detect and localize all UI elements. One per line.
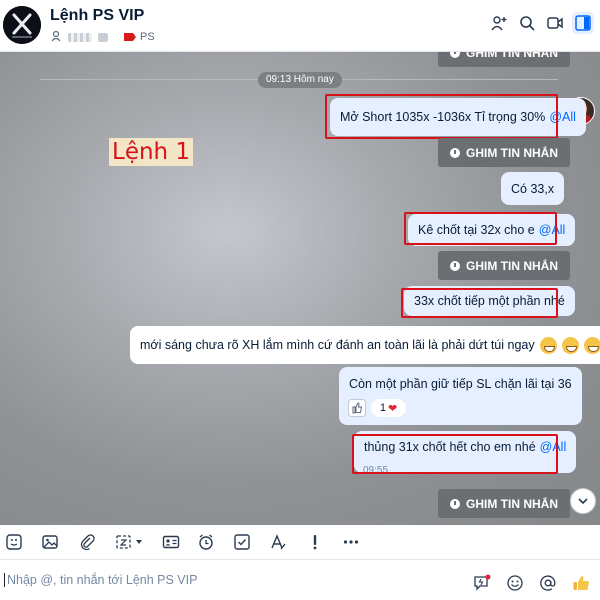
highlight-box — [352, 434, 558, 474]
message-bubble[interactable]: Còn một phần giữ tiếp SL chặn lãi tại 36 — [339, 367, 582, 425]
chevron-down-icon — [578, 498, 588, 505]
checkbox-icon — [234, 534, 250, 550]
group-avatar[interactable] — [3, 6, 41, 44]
mention-button[interactable] — [538, 573, 558, 593]
member-icon[interactable] — [50, 30, 62, 45]
chat-subtitle: PS — [50, 30, 155, 44]
group-logo-icon — [3, 6, 41, 44]
search-icon — [520, 16, 535, 31]
thumbs-up-icon — [573, 576, 589, 590]
sticker-icon — [6, 534, 22, 550]
like-icon — [348, 399, 366, 417]
time-separator-label: 09:13 Hôm nay — [258, 72, 342, 88]
image-icon — [42, 535, 58, 549]
video-call-button[interactable] — [544, 12, 566, 34]
add-member-icon — [491, 16, 507, 31]
panel-icon — [575, 15, 591, 31]
group-tag[interactable]: PS — [124, 31, 155, 43]
tag-icon — [124, 33, 136, 41]
grin-emoji-icon — [561, 336, 579, 354]
reminder-button[interactable] — [195, 531, 217, 553]
add-reaction-button[interactable] — [348, 399, 366, 422]
group-tag-label: PS — [140, 31, 155, 43]
chat-title[interactable]: Lệnh PS VIP — [50, 7, 144, 25]
toggle-info-panel-button[interactable] — [572, 12, 594, 34]
clock-icon — [450, 498, 460, 509]
annotation-label: Lệnh 1 — [109, 138, 194, 166]
scroll-to-bottom-button[interactable] — [570, 488, 596, 514]
more-icon — [343, 540, 359, 544]
search-button[interactable] — [516, 12, 538, 34]
business-card-button[interactable] — [160, 531, 182, 553]
highlight-box — [401, 288, 558, 318]
add-member-button[interactable] — [488, 12, 510, 34]
composer-toolbar — [0, 525, 600, 560]
exclamation-icon — [313, 535, 317, 550]
text-format-button[interactable] — [267, 531, 289, 553]
highlight-box — [325, 94, 558, 139]
quick-message-button[interactable] — [472, 573, 492, 593]
send-image-button[interactable] — [39, 531, 61, 553]
blurred-member-count-2 — [98, 32, 108, 42]
grin-emoji-icon — [583, 336, 600, 354]
header-actions — [488, 12, 594, 34]
at-sign-icon — [540, 575, 556, 591]
pin-message-button[interactable]: GHIM TIN NHẮN — [438, 52, 570, 67]
pin-message-button[interactable]: GHIM TIN NHẮN — [438, 251, 570, 280]
alarm-clock-icon — [199, 534, 213, 550]
more-options-button[interactable] — [340, 531, 362, 553]
mark-important-button[interactable] — [304, 531, 326, 553]
task-button[interactable] — [231, 531, 253, 553]
grin-emoji-icon — [539, 336, 557, 354]
quick-like-button[interactable] — [571, 573, 591, 593]
paperclip-icon — [80, 534, 95, 551]
quick-message-icon — [474, 574, 491, 591]
blurred-member-count — [68, 32, 92, 42]
screenshot-button[interactable] — [113, 531, 147, 553]
screenshot-icon — [116, 535, 142, 549]
sticker-button[interactable] — [3, 531, 25, 553]
chat-header: Lệnh PS VIP PS — [0, 0, 600, 52]
message-bubble[interactable]: Có 33,x — [501, 172, 565, 205]
emoji-icon — [507, 575, 523, 591]
pin-message-button[interactable]: GHIM TIN NHẮN — [438, 489, 570, 518]
highlight-box — [404, 212, 557, 245]
pin-message-button[interactable]: GHIM TIN NHẮN — [438, 138, 570, 167]
message-list[interactable]: GHIM TIN NHẮN 09:13 Hôm nay Lệnh 1 Mở Sh… — [0, 52, 600, 525]
text-format-icon — [271, 534, 286, 550]
clock-icon — [450, 147, 460, 158]
clock-icon — [450, 260, 460, 271]
composer[interactable]: Nhập @, tin nhắn tới Lệnh PS VIP — [0, 560, 600, 600]
message-bubble[interactable]: mới sáng chưa rõ XH lắm mình cứ đánh an … — [130, 326, 600, 364]
clock-icon — [450, 52, 460, 58]
reaction-count[interactable]: 1 ❤ — [371, 399, 406, 417]
video-call-icon — [547, 17, 563, 29]
attach-file-button[interactable] — [76, 531, 98, 553]
message-input[interactable]: Nhập @, tin nhắn tới Lệnh PS VIP — [4, 573, 197, 587]
heart-icon: ❤ — [387, 402, 398, 415]
contact-card-icon — [162, 535, 180, 549]
emoji-button[interactable] — [505, 573, 525, 593]
